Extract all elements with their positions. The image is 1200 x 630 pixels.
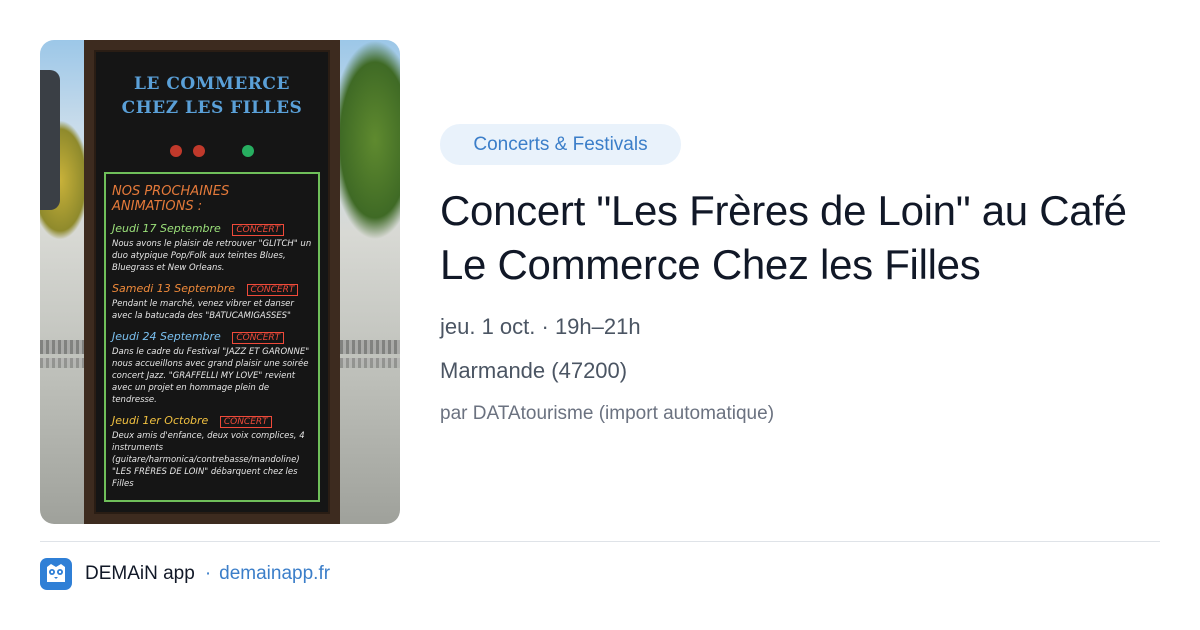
board-event-tag: CONCERT [246,284,299,296]
board-event-body: Nous avons le plaisir de retrouver "GLIT… [112,239,312,273]
chalkboard-frame: LE COMMERCE CHEZ LES FILLES NOS PROCHAIN… [94,50,330,514]
event-location: Marmande (47200) [440,358,628,383]
app-name: DEMAiN app [85,563,195,584]
footer: DEMAiN app · demainapp.fr [40,558,330,590]
board-event: Jeudi 1er Octobre CONCERT Deux amis d'en… [112,414,312,490]
board-title: NOS PROCHAINES ANIMATIONS : [112,184,230,214]
board-event-date: Jeudi 24 Septembre [112,330,221,343]
chalkboard-content: NOS PROCHAINES ANIMATIONS : Jeudi 17 Sep… [104,172,320,502]
footer-divider [40,541,1160,542]
event-author: par DATAtourisme (import automatique) [440,403,775,424]
category-label: Concerts & Festivals [473,133,648,155]
photo-tree-right [330,40,400,240]
board-event-body: Pendant le marché, venez vibrer et danse… [112,299,294,321]
sign-header-line-1: LE COMMERCE [134,74,290,94]
sign-header-line-2: CHEZ LES FILLES [121,98,303,118]
logo-dot-red-2 [192,145,205,157]
board-event-date: Samedi 13 Septembre [112,282,236,295]
owl-icon [47,564,65,582]
board-event-date: Jeudi 17 Septembre [112,222,221,235]
board-event: Jeudi 24 Septembre CONCERT Dans le cadre… [112,330,312,406]
sign-logos [96,144,328,162]
sign-header: LE COMMERCE CHEZ LES FILLES [96,72,328,120]
board-event: Jeudi 17 Septembre CONCERT Nous avons le… [112,222,312,274]
domain-link[interactable]: demainapp.fr [219,563,330,585]
logo-dot-green [241,145,254,157]
event-photo: LE COMMERCE CHEZ LES FILLES NOS PROCHAIN… [40,40,400,524]
board-event-tag: CONCERT [219,416,272,428]
event-date-time: jeu. 1 oct. · 19h–21h [440,314,641,339]
board-event-body: Dans le cadre du Festival "JAZZ ET GARON… [112,347,310,405]
board-event-tag: CONCERT [232,332,285,344]
event-title[interactable]: Concert "Les Frères de Loin" au Café Le … [440,184,1160,292]
chalkboard-sign: LE COMMERCE CHEZ LES FILLES NOS PROCHAIN… [84,40,340,524]
board-event-tag: CONCERT [232,224,285,236]
category-badge[interactable]: Concerts & Festivals [440,124,681,165]
board-event-body: Deux amis d'enfance, deux voix complices… [112,431,305,489]
logo-dot-red [170,145,183,157]
demain-app-icon[interactable] [40,558,72,590]
board-event: Samedi 13 Septembre CONCERT Pendant le m… [112,282,312,322]
photo-umbrella [40,70,60,210]
board-event-date: Jeudi 1er Octobre [112,414,209,427]
footer-separator: · [204,563,212,584]
